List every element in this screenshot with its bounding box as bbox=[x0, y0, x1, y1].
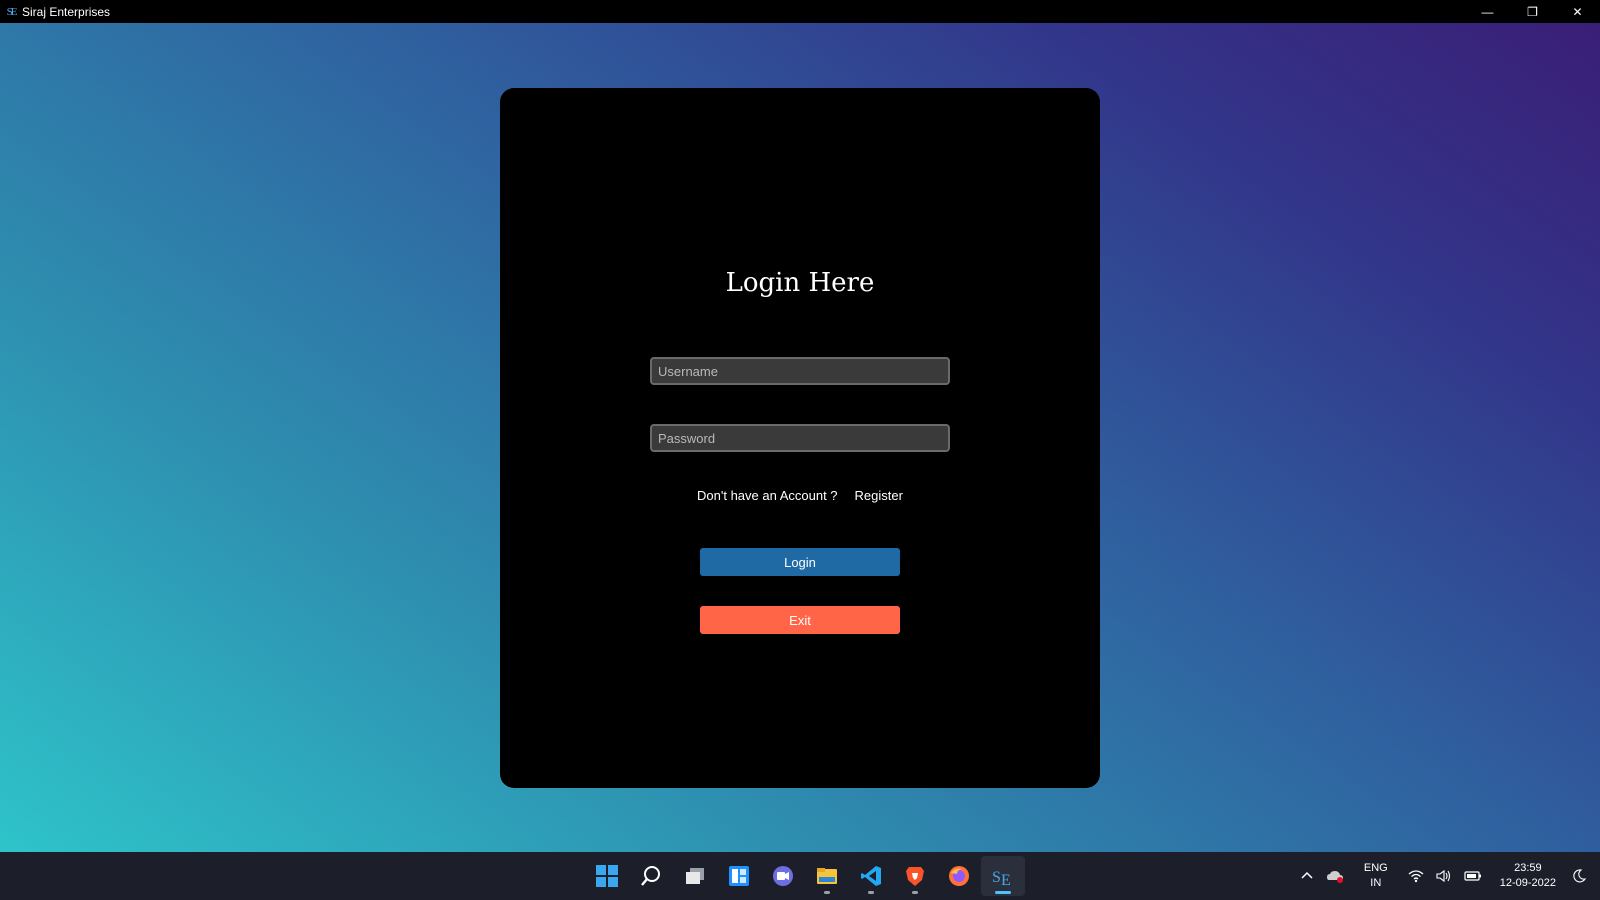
account-prompt: Don't have an Account ? bbox=[697, 488, 838, 503]
window-title: Siraj Enterprises bbox=[22, 4, 111, 19]
siraj-app-icon[interactable]: SE bbox=[981, 856, 1025, 896]
widgets-icon[interactable] bbox=[717, 856, 761, 896]
battery-icon[interactable] bbox=[1464, 870, 1482, 882]
chevron-up-icon[interactable] bbox=[1300, 869, 1314, 883]
clock[interactable]: 23:59 12-09-2022 bbox=[1500, 861, 1556, 891]
chat-icon[interactable] bbox=[761, 856, 805, 896]
language-indicator[interactable]: ENG IN bbox=[1364, 861, 1388, 891]
wifi-icon[interactable] bbox=[1408, 869, 1424, 883]
username-input[interactable] bbox=[650, 357, 950, 385]
register-link[interactable]: Register bbox=[855, 488, 903, 503]
svg-text:E: E bbox=[1001, 872, 1011, 887]
close-button[interactable]: ✕ bbox=[1555, 0, 1600, 23]
login-card: Login Here Don't have an Account ? Regis… bbox=[500, 88, 1100, 788]
running-indicator bbox=[824, 891, 830, 894]
window-controls: — ❐ ✕ bbox=[1465, 0, 1600, 23]
language-region: IN bbox=[1370, 877, 1382, 889]
file-explorer-icon[interactable] bbox=[805, 856, 849, 896]
running-indicator bbox=[912, 891, 918, 894]
password-input[interactable] bbox=[650, 424, 950, 452]
volume-icon[interactable] bbox=[1436, 869, 1452, 883]
svg-text:S: S bbox=[992, 869, 1001, 886]
taskbar-pinned-apps: SE bbox=[585, 852, 1025, 900]
start-icon[interactable] bbox=[585, 856, 629, 896]
onedrive-icon[interactable] bbox=[1326, 869, 1344, 883]
vscode-icon[interactable] bbox=[849, 856, 893, 896]
active-indicator bbox=[995, 891, 1011, 894]
clock-time: 23:59 bbox=[1514, 862, 1542, 874]
search-icon[interactable] bbox=[629, 856, 673, 896]
window-titlebar: SE Siraj Enterprises — ❐ ✕ bbox=[0, 0, 1600, 23]
language-code: ENG bbox=[1363, 862, 1388, 874]
login-heading: Login Here bbox=[725, 268, 875, 298]
notification-moon-icon[interactable] bbox=[1572, 869, 1586, 883]
register-row: Don't have an Account ? Register bbox=[500, 488, 1100, 503]
clock-date: 12-09-2022 bbox=[1499, 877, 1556, 889]
restore-button[interactable]: ❐ bbox=[1510, 0, 1555, 23]
minimize-button[interactable]: — bbox=[1465, 0, 1510, 23]
exit-button[interactable]: Exit bbox=[700, 606, 900, 634]
system-tray: ENG IN 23:59 12-09-2022 bbox=[1294, 852, 1600, 900]
login-button[interactable]: Login bbox=[700, 548, 900, 576]
app-logo-icon: SE bbox=[6, 5, 18, 18]
brave-icon[interactable] bbox=[893, 856, 937, 896]
firefox-icon[interactable] bbox=[937, 856, 981, 896]
taskbar: SE ENG IN 23:59 12-09-2022 bbox=[0, 852, 1600, 900]
running-indicator bbox=[868, 891, 874, 894]
task-view-icon[interactable] bbox=[673, 856, 717, 896]
